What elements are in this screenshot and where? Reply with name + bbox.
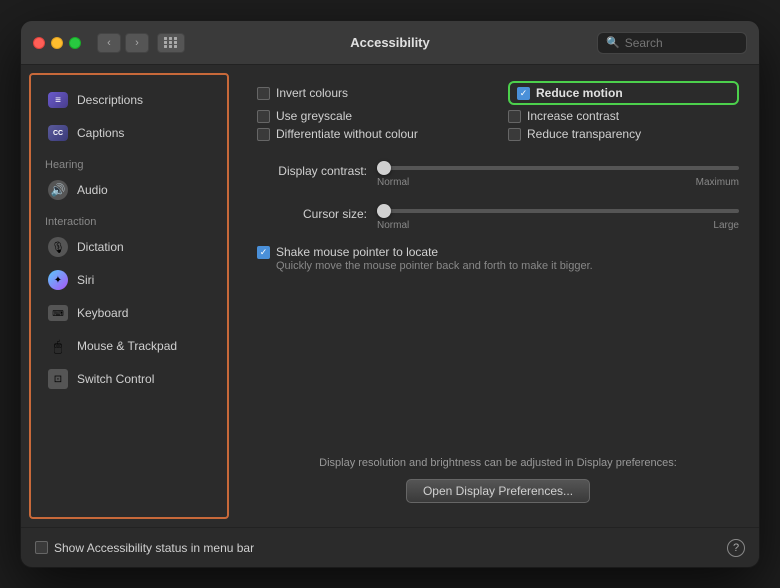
shake-title: Shake mouse pointer to locate bbox=[276, 245, 593, 259]
grid-button[interactable] bbox=[157, 33, 185, 53]
nav-buttons: ‹ › bbox=[97, 33, 149, 53]
search-icon: 🔍 bbox=[606, 36, 620, 49]
sidebar: Descriptions Captions Hearing 🔊 Audio In… bbox=[29, 73, 229, 519]
sidebar-item-mouse[interactable]: 🖱 Mouse & Trackpad bbox=[35, 330, 223, 362]
sidebar-label-switch: Switch Control bbox=[77, 372, 154, 386]
reduce-motion-checkbox[interactable] bbox=[517, 87, 530, 100]
captions-icon bbox=[47, 122, 69, 144]
audio-icon: 🔊 bbox=[47, 179, 69, 201]
option-invert-colours[interactable]: Invert colours bbox=[257, 81, 488, 105]
shake-checkbox[interactable] bbox=[257, 246, 270, 259]
show-status-checkbox[interactable] bbox=[35, 541, 48, 554]
sidebar-label-mouse: Mouse & Trackpad bbox=[77, 339, 177, 353]
option-reduce-transparency[interactable]: Reduce transparency bbox=[508, 127, 739, 141]
reduce-motion-wrapper: Reduce motion bbox=[508, 81, 739, 105]
cursor-size-min: Normal bbox=[377, 220, 409, 231]
sidebar-label-keyboard: Keyboard bbox=[77, 306, 128, 320]
display-contrast-label: Display contrast: bbox=[257, 164, 367, 178]
section-interaction: Interaction bbox=[31, 210, 227, 230]
reduce-transparency-label: Reduce transparency bbox=[527, 127, 641, 141]
open-display-preferences-button[interactable]: Open Display Preferences... bbox=[406, 479, 590, 503]
shake-text: Shake mouse pointer to locate Quickly mo… bbox=[276, 245, 593, 272]
sidebar-item-descriptions[interactable]: Descriptions bbox=[35, 84, 223, 116]
help-button[interactable]: ? bbox=[727, 539, 745, 557]
sidebar-label-dictation: Dictation bbox=[77, 240, 124, 254]
sidebar-item-audio[interactable]: 🔊 Audio bbox=[35, 174, 223, 206]
dictation-icon: 🎙 bbox=[47, 236, 69, 258]
cursor-size-label: Cursor size: bbox=[257, 207, 367, 221]
display-contrast-range: Normal Maximum bbox=[377, 177, 739, 188]
sidebar-item-switch[interactable]: ⊡ Switch Control bbox=[35, 363, 223, 395]
siri-icon: ✦ bbox=[47, 269, 69, 291]
display-contrast-slider[interactable] bbox=[377, 166, 739, 170]
main-panel: Invert colours Reduce motion Use greysca… bbox=[237, 65, 759, 527]
option-greyscale[interactable]: Use greyscale bbox=[257, 109, 488, 123]
mouse-icon: 🖱 bbox=[47, 335, 69, 357]
differentiate-checkbox[interactable] bbox=[257, 128, 270, 141]
greyscale-checkbox[interactable] bbox=[257, 110, 270, 123]
shake-row: Shake mouse pointer to locate Quickly mo… bbox=[257, 245, 739, 272]
sidebar-item-captions[interactable]: Captions bbox=[35, 117, 223, 149]
greyscale-label: Use greyscale bbox=[276, 109, 352, 123]
reduce-transparency-checkbox[interactable] bbox=[508, 128, 521, 141]
increase-contrast-label: Increase contrast bbox=[527, 109, 619, 123]
minimize-button[interactable] bbox=[51, 37, 63, 49]
option-differentiate[interactable]: Differentiate without colour bbox=[257, 127, 488, 141]
sidebar-item-siri[interactable]: ✦ Siri bbox=[35, 264, 223, 296]
shake-description: Quickly move the mouse pointer back and … bbox=[276, 260, 593, 272]
descriptions-icon bbox=[47, 89, 69, 111]
cursor-size-max: Large bbox=[713, 220, 739, 231]
invert-colours-checkbox[interactable] bbox=[257, 87, 270, 100]
sidebar-label-descriptions: Descriptions bbox=[77, 93, 143, 107]
back-button[interactable]: ‹ bbox=[97, 33, 121, 53]
sidebar-label-audio: Audio bbox=[77, 183, 108, 197]
differentiate-label: Differentiate without colour bbox=[276, 127, 418, 141]
option-increase-contrast[interactable]: Increase contrast bbox=[508, 109, 739, 123]
forward-button[interactable]: › bbox=[125, 33, 149, 53]
section-hearing: Hearing bbox=[31, 153, 227, 173]
switch-icon: ⊡ bbox=[47, 368, 69, 390]
display-contrast-min: Normal bbox=[377, 177, 409, 188]
content-area: Descriptions Captions Hearing 🔊 Audio In… bbox=[21, 65, 759, 527]
titlebar: ‹ › Accessibility 🔍 bbox=[21, 21, 759, 65]
reduce-motion-label: Reduce motion bbox=[536, 86, 623, 100]
sidebar-item-keyboard[interactable]: ⌨ Keyboard bbox=[35, 297, 223, 329]
cursor-size-slider[interactable] bbox=[377, 209, 739, 213]
sidebar-item-dictation[interactable]: 🎙 Dictation bbox=[35, 231, 223, 263]
display-note: Display resolution and brightness can be… bbox=[257, 449, 739, 473]
window-title: Accessibility bbox=[350, 35, 430, 50]
show-status-row: Show Accessibility status in menu bar bbox=[35, 541, 254, 555]
grid-icon bbox=[164, 37, 178, 48]
cursor-size-slider-wrapper: Normal Large bbox=[377, 200, 739, 231]
search-box[interactable]: 🔍 bbox=[597, 32, 747, 54]
search-input[interactable] bbox=[625, 36, 738, 50]
keyboard-icon: ⌨ bbox=[47, 302, 69, 324]
bottom-bar: Show Accessibility status in menu bar ? bbox=[21, 527, 759, 567]
sidebar-label-siri: Siri bbox=[77, 273, 94, 287]
main-window: ‹ › Accessibility 🔍 Descriptions bbox=[20, 20, 760, 568]
display-contrast-slider-wrapper: Normal Maximum bbox=[377, 157, 739, 188]
sidebar-label-captions: Captions bbox=[77, 126, 124, 140]
cursor-size-row: Cursor size: Normal Large bbox=[257, 200, 739, 231]
maximize-button[interactable] bbox=[69, 37, 81, 49]
cursor-size-range: Normal Large bbox=[377, 220, 739, 231]
options-grid: Invert colours Reduce motion Use greysca… bbox=[257, 81, 739, 141]
invert-colours-label: Invert colours bbox=[276, 86, 348, 100]
display-contrast-row: Display contrast: Normal Maximum bbox=[257, 157, 739, 188]
increase-contrast-checkbox[interactable] bbox=[508, 110, 521, 123]
show-status-label: Show Accessibility status in menu bar bbox=[54, 541, 254, 555]
traffic-lights bbox=[33, 37, 81, 49]
close-button[interactable] bbox=[33, 37, 45, 49]
display-contrast-max: Maximum bbox=[696, 177, 739, 188]
